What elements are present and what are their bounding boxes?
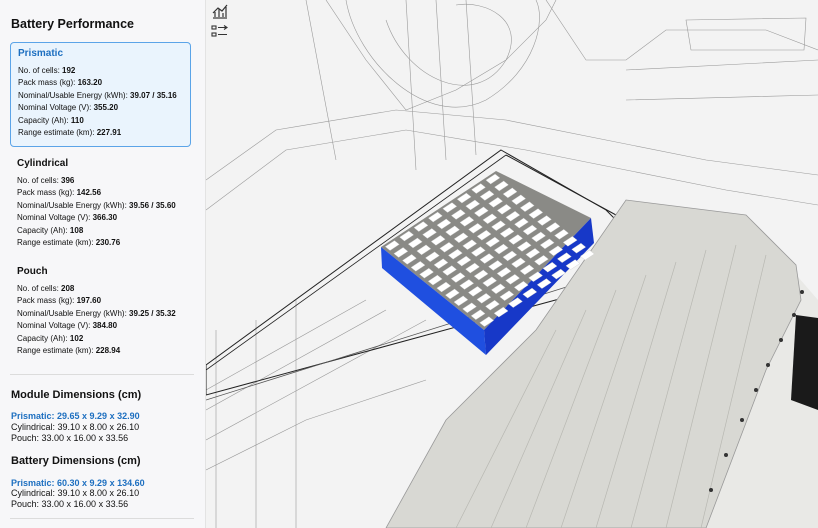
voltage-row: Nominal Voltage (V): 355.20 <box>18 103 119 113</box>
cells-row: No. of cells: 396 <box>17 176 75 185</box>
mass-row: Pack mass (kg): 197.60 <box>17 296 102 306</box>
battery-dim-prismatic: Prismatic: 60.30 x 9.29 x 134.60 <box>11 478 145 488</box>
mass-row: Pack mass (kg): 142.56 <box>17 188 102 198</box>
module-dim-pouch: Pouch: 33.00 x 16.00 x 33.56 <box>11 433 129 443</box>
cells-row: No. of cells: 192 <box>18 66 76 75</box>
section-divider <box>10 518 194 519</box>
module-dimensions-title: Module Dimensions (cm) <box>11 389 142 401</box>
energy-row: Nominal/Usable Energy (kWh): 39.25 / 35.… <box>17 308 176 318</box>
range-row: Range estimate (km): 228.94 <box>17 346 121 356</box>
voltage-row: Nominal Voltage (V): 384.80 <box>17 321 118 331</box>
energy-row: Nominal/Usable Energy (kWh): 39.56 / 35.… <box>17 200 176 210</box>
range-row: Range estimate (km): 227.91 <box>18 128 122 138</box>
capacity-row: Capacity (Ah): 102 <box>17 333 84 343</box>
energy-row: Nominal/Usable Energy (kWh): 39.07 / 35.… <box>18 90 177 100</box>
option-name: Cylindrical <box>17 158 69 169</box>
vehicle-wireframe-scene <box>206 0 818 528</box>
battery-dimensions-title: Battery Dimensions (cm) <box>11 455 141 467</box>
voltage-row: Nominal Voltage (V): 366.30 <box>17 213 118 223</box>
battery-dim-cylindrical: Cylindrical: 39.10 x 8.00 x 26.10 <box>11 488 140 498</box>
chart-icon[interactable] <box>211 4 229 20</box>
cells-row: No. of cells: 208 <box>17 284 75 293</box>
option-card-prismatic[interactable]: Prismatic No. of cells: 192 Pack mass (k… <box>10 42 191 147</box>
battery-dim-pouch: Pouch: 33.00 x 16.00 x 33.56 <box>11 499 129 509</box>
3d-viewport[interactable] <box>206 0 818 528</box>
capacity-row: Capacity (Ah): 108 <box>17 225 84 235</box>
option-card-pouch[interactable]: Pouch No. of cells: 208 Pack mass (kg): … <box>10 261 191 361</box>
option-card-cylindrical[interactable]: Cylindrical No. of cells: 396 Pack mass … <box>10 153 191 253</box>
module-dim-cylindrical: Cylindrical: 39.10 x 8.00 x 26.10 <box>11 422 140 432</box>
range-row: Range estimate (km): 230.76 <box>17 238 121 248</box>
option-name: Prismatic <box>18 48 64 59</box>
battery-sidebar: Battery Performance Prismatic No. of cel… <box>0 0 206 528</box>
mass-row: Pack mass (kg): 163.20 <box>18 78 103 88</box>
option-name: Pouch <box>17 266 48 277</box>
battery-performance-title: Battery Performance <box>11 17 134 31</box>
layers-toggle-icon[interactable] <box>211 24 229 40</box>
capacity-row: Capacity (Ah): 110 <box>18 115 84 125</box>
module-dim-prismatic: Prismatic: 29.65 x 9.29 x 32.90 <box>11 411 140 421</box>
section-divider <box>10 374 194 375</box>
